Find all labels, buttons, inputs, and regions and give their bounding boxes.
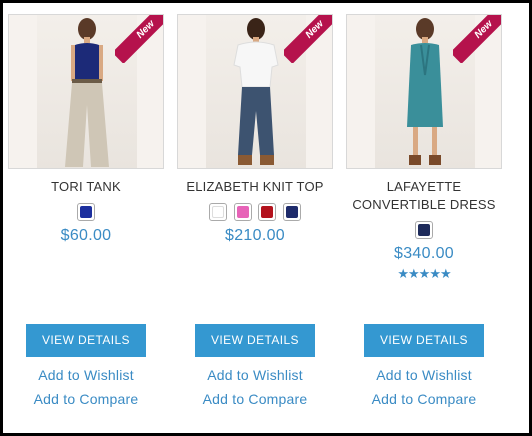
swatch-pink[interactable] bbox=[233, 203, 252, 221]
new-badge: New bbox=[453, 15, 501, 63]
color-swatches bbox=[8, 203, 164, 225]
swatch-blue[interactable] bbox=[77, 203, 95, 221]
star-icon: ★ bbox=[408, 266, 420, 281]
product-actions: VIEW DETAILS Add to Wishlist Add to Comp… bbox=[346, 324, 502, 411]
product-image[interactable]: New bbox=[8, 14, 164, 169]
product-image[interactable]: New bbox=[346, 14, 502, 169]
product-name[interactable]: ELIZABETH KNIT TOP bbox=[177, 178, 333, 196]
product-image[interactable]: New bbox=[177, 14, 333, 169]
add-to-wishlist-link[interactable]: Add to Wishlist bbox=[346, 363, 502, 387]
product-card-tori-tank: New TORI TANK $60.00 bbox=[8, 14, 164, 245]
product-grid: New TORI TANK $60.00 New ELIZABETH KNIT … bbox=[0, 0, 532, 436]
product-name[interactable]: LAFAYETTE CONVERTIBLE DRESS bbox=[346, 178, 502, 214]
view-details-button[interactable]: VIEW DETAILS bbox=[195, 324, 315, 357]
view-details-button[interactable]: VIEW DETAILS bbox=[26, 324, 146, 357]
product-name[interactable]: TORI TANK bbox=[8, 178, 164, 196]
view-details-button[interactable]: VIEW DETAILS bbox=[364, 324, 484, 357]
star-icon: ★ bbox=[397, 266, 409, 281]
swatch-navy[interactable] bbox=[415, 221, 433, 239]
product-actions: VIEW DETAILS Add to Wishlist Add to Comp… bbox=[8, 324, 164, 411]
color-swatches bbox=[177, 203, 333, 225]
add-to-compare-link[interactable]: Add to Compare bbox=[346, 387, 502, 411]
swatch-white[interactable] bbox=[209, 203, 228, 221]
star-icon: ★ bbox=[429, 266, 441, 281]
star-rating: ★★★★★ bbox=[346, 266, 502, 282]
new-badge: New bbox=[284, 15, 332, 63]
swatch-red[interactable] bbox=[258, 203, 277, 221]
add-to-wishlist-link[interactable]: Add to Wishlist bbox=[8, 363, 164, 387]
product-actions: VIEW DETAILS Add to Wishlist Add to Comp… bbox=[177, 324, 333, 411]
star-icon: ★ bbox=[439, 266, 452, 281]
product-card-elizabeth-knit-top: New ELIZABETH KNIT TOP $210.00 bbox=[177, 14, 333, 245]
new-badge: New bbox=[115, 15, 163, 63]
product-price: $60.00 bbox=[60, 227, 112, 244]
add-to-compare-link[interactable]: Add to Compare bbox=[177, 387, 333, 411]
product-price: $210.00 bbox=[225, 227, 285, 244]
product-price: $340.00 bbox=[394, 245, 454, 262]
add-to-compare-link[interactable]: Add to Compare bbox=[8, 387, 164, 411]
product-card-lafayette-convertible-dress: New LAFAYETTE CONVERTIBLE DRESS $340.00 … bbox=[346, 14, 502, 282]
color-swatches bbox=[346, 221, 502, 243]
add-to-wishlist-link[interactable]: Add to Wishlist bbox=[177, 363, 333, 387]
star-icon: ★ bbox=[418, 266, 431, 281]
swatch-navy[interactable] bbox=[282, 203, 301, 221]
